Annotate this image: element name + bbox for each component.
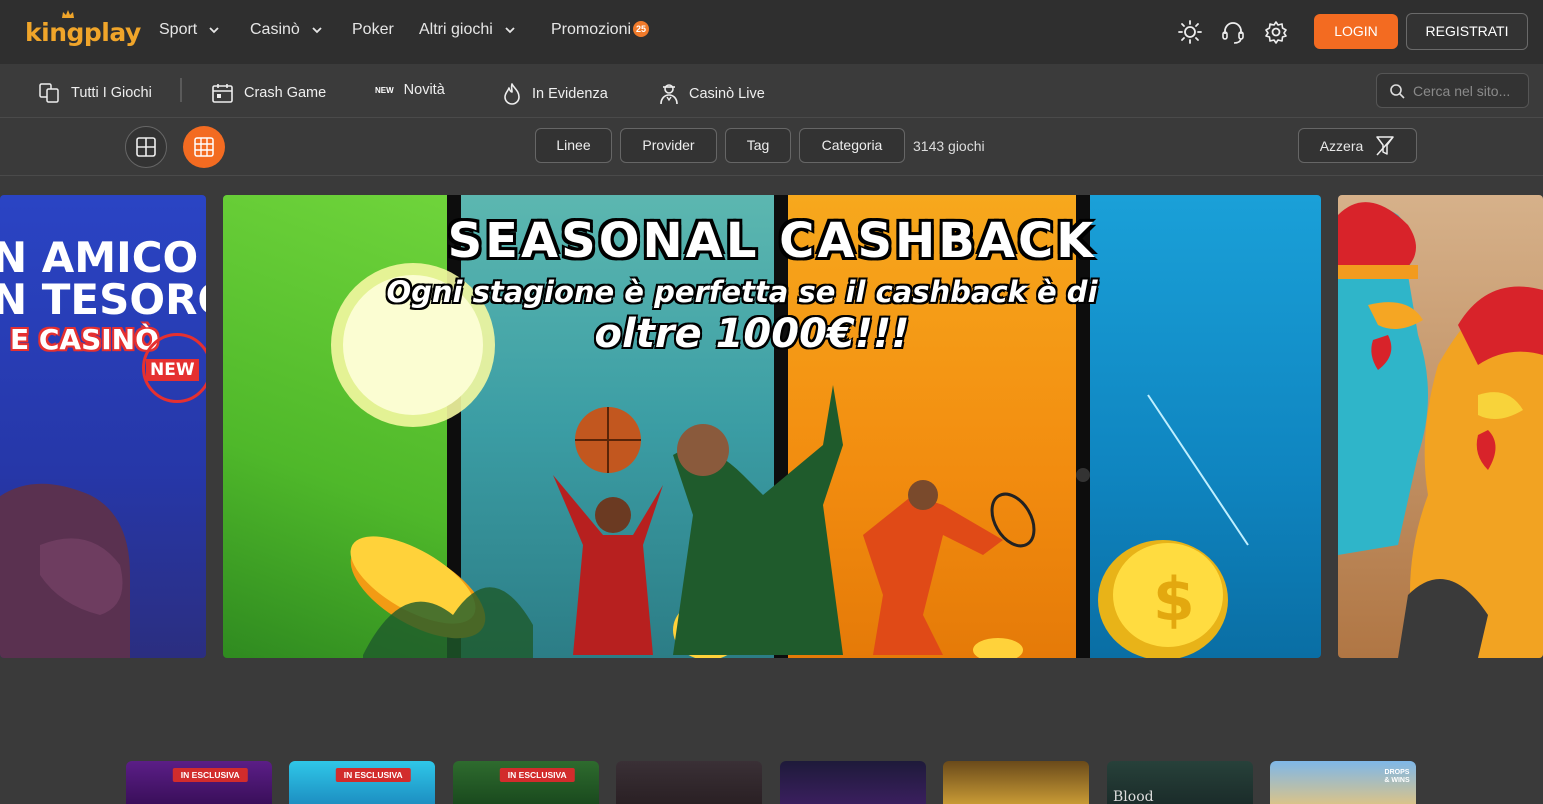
search-icon (1390, 83, 1405, 99)
chevron-down-icon (505, 27, 515, 34)
search-input[interactable] (1413, 82, 1523, 99)
filter-provider[interactable]: Provider (620, 128, 717, 163)
nav-promozioni[interactable]: Promozioni 25 (551, 21, 650, 39)
banner-amount: oltre 1000€!!! (594, 311, 910, 357)
chevron-down-icon (312, 27, 322, 34)
subnav-crash-game[interactable]: Crash Game (211, 82, 326, 104)
game-tile[interactable]: Blood (1107, 761, 1253, 804)
filter-bar: Linee Provider Tag Categoria 3143 giochi… (0, 118, 1543, 176)
exclusive-badge: IN ESCLUSIVA (499, 768, 575, 782)
grid-small-toggle[interactable] (183, 126, 225, 168)
exclusive-badge: IN ESCLUSIVA (172, 768, 248, 782)
banner-title: SEASONAL CASHBACK (447, 213, 1097, 269)
filter-linee[interactable]: Linee (535, 128, 612, 163)
gear-icon[interactable] (1263, 19, 1289, 45)
games-grid: IN ESCLUSIVA IN ESCLUSIVA IN ESCLUSIVA B… (0, 761, 1543, 804)
login-button[interactable]: LOGIN (1314, 14, 1398, 49)
banner-left-line3: E CASINÒ (10, 323, 159, 356)
chevron-down-icon (209, 27, 219, 34)
category-bar: Tutti I Giochi Crash Game NEW Novità In … (0, 64, 1543, 118)
banner-right[interactable] (1338, 195, 1543, 658)
games-count: 3143 giochi (913, 138, 985, 154)
banner-subtitle: Ogni stagione è perfetta se il cashback … (386, 275, 1098, 309)
nav-sport[interactable]: Sport (159, 21, 219, 39)
game-tile[interactable] (943, 761, 1089, 804)
nav-poker[interactable]: Poker (352, 21, 394, 39)
game-caption: Blood (1113, 789, 1154, 804)
subnav-in-evidenza[interactable]: In Evidenza (501, 82, 608, 106)
nav-altri-giochi[interactable]: Altri giochi (419, 21, 515, 39)
flame-icon (504, 83, 520, 105)
subnav-casino-live[interactable]: Casinò Live (658, 82, 765, 106)
new-tag: NEW (375, 85, 394, 95)
register-button[interactable]: REGISTRATI (1406, 13, 1528, 50)
logo[interactable]: kingplay (25, 18, 141, 47)
promo-count-badge: 25 (633, 21, 650, 37)
site-search[interactable] (1376, 73, 1529, 108)
drops-wins-badge: DROPS & WINS (1384, 769, 1410, 784)
clear-filter-icon (1376, 135, 1395, 155)
top-bar: kingplay Sport Casinò Poker Altri giochi… (0, 0, 1543, 64)
grid-small-icon (194, 137, 214, 157)
banner-left-line2: N TESORO (0, 275, 206, 324)
armchair-image (0, 483, 130, 658)
nav-casino[interactable]: Casinò (250, 21, 322, 39)
game-tile[interactable] (780, 761, 926, 804)
calendar-icon (212, 84, 233, 103)
rooster-artwork (1338, 202, 1543, 658)
reset-filters-button[interactable]: Azzera (1298, 128, 1417, 163)
game-tile[interactable]: IN ESCLUSIVA (453, 761, 599, 804)
grid-large-icon (136, 137, 156, 157)
divider (180, 78, 182, 102)
game-tile[interactable] (616, 761, 762, 804)
banner-left[interactable]: N AMICO N TESORO E CASINÒ NEW (0, 195, 206, 658)
banner-seasonal-cashback[interactable]: $ SEASONAL CASHBACK Ogni stagione è perf… (223, 195, 1321, 658)
banner-left-new-badge: NEW (146, 359, 199, 381)
sun-icon[interactable] (1177, 19, 1203, 45)
game-tile[interactable]: IN ESCLUSIVA (126, 761, 272, 804)
subnav-novita[interactable]: NEW Novità (375, 82, 445, 98)
svg-text:$: $ (1153, 565, 1195, 635)
dealer-icon (660, 84, 678, 105)
game-tile[interactable]: IN ESCLUSIVA (289, 761, 435, 804)
cards-icon (39, 83, 59, 103)
grid-large-toggle[interactable] (125, 126, 167, 168)
filter-tag[interactable]: Tag (725, 128, 791, 163)
exclusive-badge: IN ESCLUSIVA (335, 768, 411, 782)
filter-categoria[interactable]: Categoria (799, 128, 905, 163)
headset-icon[interactable] (1220, 19, 1246, 45)
game-tile[interactable]: DROPS & WINS (1270, 761, 1416, 804)
subnav-tutti-giochi[interactable]: Tutti I Giochi (38, 82, 152, 104)
